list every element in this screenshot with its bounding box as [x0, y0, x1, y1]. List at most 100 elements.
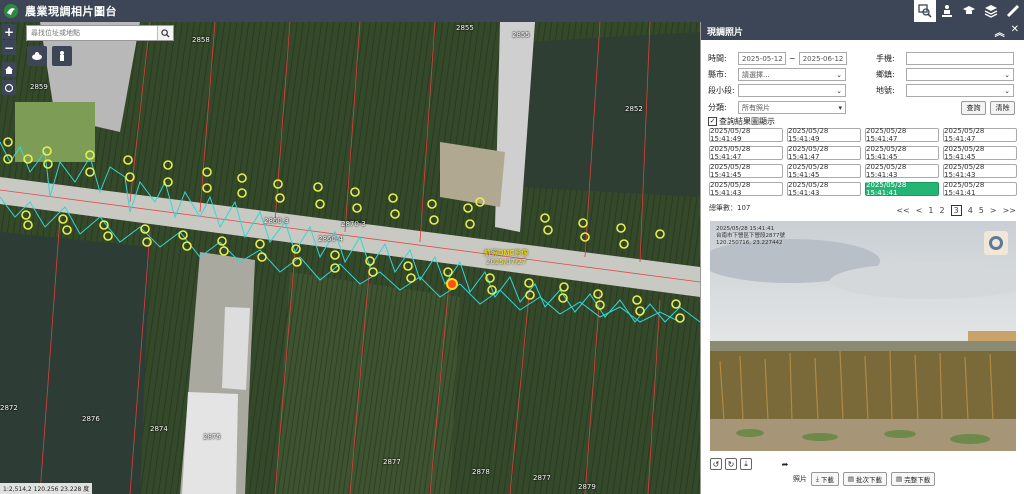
photo-point-marker[interactable] [655, 229, 665, 239]
photo-point-marker[interactable] [140, 224, 150, 234]
ruler-pencil-icon[interactable] [1002, 0, 1024, 22]
share-icon[interactable]: ➦ [779, 458, 791, 470]
prev-page-button[interactable]: < [916, 206, 923, 215]
page-3-current[interactable]: 3 [950, 205, 962, 216]
photo-point-marker[interactable] [163, 177, 173, 187]
photo-point-marker[interactable] [593, 289, 603, 299]
full-download-button[interactable]: ▤ 完整下載 [891, 472, 936, 486]
photo-point-marker[interactable] [163, 160, 173, 170]
photo-point-marker[interactable] [543, 225, 553, 235]
page-1[interactable]: 1 [928, 206, 933, 215]
county-select[interactable]: 請選擇... ⌄ [738, 68, 846, 81]
chevron-up-icon[interactable]: ︽ [995, 24, 1005, 39]
category-select[interactable]: 所有照片 ▾ [738, 101, 846, 114]
timestamp-item[interactable]: 2025/05/28 15:41:41 [943, 181, 1017, 197]
timestamp-item-selected[interactable]: 2025/05/28 15:41:41 [865, 181, 939, 197]
photo-point-marker[interactable] [540, 213, 550, 223]
photo-point-marker[interactable] [388, 193, 398, 203]
rotate-left-icon[interactable]: ↺ [710, 458, 722, 470]
clear-button[interactable]: 清除 [990, 101, 1015, 115]
photo-point-marker[interactable] [313, 182, 323, 192]
show-results-on-map[interactable]: ✓ 查詢結果圖顯示 [708, 116, 775, 127]
checkbox-checked-icon[interactable]: ✓ [708, 117, 717, 126]
zoom-in-button[interactable]: + [2, 24, 16, 39]
photo-point-marker[interactable] [237, 173, 247, 183]
photo-point-marker[interactable] [675, 313, 685, 323]
survey-photo[interactable]: 2025/05/28 15:41:41 台南市下營區下營段2877號 120.2… [710, 221, 1016, 451]
timestamp-item[interactable]: 2025/05/28 15:41:45 [865, 145, 939, 161]
query-button[interactable]: 查詢 [961, 101, 986, 115]
photo-point-marker[interactable] [595, 300, 605, 310]
download-button[interactable]: ⤓ 下載 [811, 472, 839, 486]
photo-point-marker[interactable] [558, 293, 568, 303]
photo-point-marker[interactable] [635, 306, 645, 316]
photo-point-marker[interactable] [315, 199, 325, 209]
photo-point-marker[interactable] [85, 150, 95, 160]
photo-point-marker[interactable] [123, 155, 133, 165]
search-input[interactable] [27, 26, 157, 40]
timestamp-item[interactable]: 2025/05/28 15:41:45 [943, 145, 1017, 161]
batch-download-button[interactable]: ▤ 批次下載 [842, 472, 888, 486]
photo-point-marker[interactable] [485, 273, 495, 283]
graduation-cap-icon[interactable] [958, 0, 980, 22]
timestamp-item[interactable]: 2025/05/28 15:41:43 [787, 181, 861, 197]
photo-point-marker[interactable] [465, 219, 475, 229]
photo-point-marker[interactable] [463, 203, 473, 213]
photo-point-marker[interactable] [487, 285, 497, 295]
timestamp-item[interactable]: 2025/05/28 15:41:49 [709, 127, 783, 143]
person-tree-icon[interactable] [936, 0, 958, 22]
photo-point-marker[interactable] [619, 239, 629, 249]
photo-point-marker[interactable] [257, 252, 267, 262]
photo-point-marker[interactable] [237, 188, 247, 198]
photo-point-marker[interactable] [403, 261, 413, 271]
photo-point-marker[interactable] [368, 267, 378, 277]
photo-point-marker[interactable] [23, 154, 33, 164]
photo-point-marker[interactable] [99, 220, 109, 230]
photo-point-marker[interactable] [330, 263, 340, 273]
next-page-button[interactable]: > [990, 206, 997, 215]
timestamp-item[interactable]: 2025/05/28 15:41:43 [709, 181, 783, 197]
timestamp-item[interactable]: 2025/05/28 15:41:45 [709, 163, 783, 179]
close-icon[interactable]: ✕ [1011, 24, 1019, 39]
date-to-input[interactable]: 2025-06-12 [798, 52, 847, 65]
photo-point-marker[interactable] [616, 223, 626, 233]
photo-point-marker[interactable] [217, 236, 227, 246]
photo-point-marker[interactable] [58, 214, 68, 224]
timestamp-item[interactable]: 2025/05/28 15:41:47 [943, 127, 1017, 143]
zoom-out-button[interactable]: − [2, 40, 16, 55]
photo-point-marker[interactable] [632, 295, 642, 305]
photo-point-marker[interactable] [273, 179, 283, 189]
photo-point-marker[interactable] [559, 282, 569, 292]
photo-point-marker[interactable] [330, 250, 340, 260]
last-page-button[interactable]: >> [1003, 206, 1016, 215]
photo-point-marker[interactable] [21, 210, 31, 220]
search-button[interactable] [157, 26, 173, 40]
download-icon[interactable]: ⤓ [740, 458, 752, 470]
photo-point-marker[interactable] [202, 183, 212, 193]
timestamp-item[interactable]: 2025/05/28 15:41:47 [787, 145, 861, 161]
timestamp-item[interactable]: 2025/05/28 15:41:45 [787, 163, 861, 179]
timestamp-item[interactable]: 2025/05/28 15:41:49 [787, 127, 861, 143]
basemap-button[interactable] [27, 46, 47, 66]
photo-point-marker[interactable] [255, 239, 265, 249]
photo-point-marker[interactable] [352, 203, 362, 213]
photo-point-marker[interactable] [390, 209, 400, 219]
pegman-button[interactable] [52, 46, 72, 66]
rotate-right-icon[interactable]: ↻ [725, 458, 737, 470]
date-from-input[interactable]: 2025-05-12 [738, 52, 786, 65]
photo-point-marker[interactable] [103, 231, 113, 241]
photo-point-marker[interactable] [202, 167, 212, 177]
photo-point-marker[interactable] [142, 237, 152, 247]
search-photo-icon[interactable] [914, 0, 936, 22]
timestamp-item[interactable]: 2025/05/28 15:41:47 [709, 145, 783, 161]
photo-point-marker[interactable] [427, 199, 437, 209]
page-2[interactable]: 2 [940, 206, 945, 215]
selected-photo-marker[interactable] [446, 278, 458, 290]
locate-button[interactable] [2, 80, 16, 95]
layers-icon[interactable] [980, 0, 1002, 22]
photo-point-marker[interactable] [475, 197, 485, 207]
photo-point-marker[interactable] [671, 299, 681, 309]
landno-select[interactable]: ⌄ [906, 84, 1014, 97]
photo-point-marker[interactable] [85, 167, 95, 177]
page-4[interactable]: 4 [968, 206, 973, 215]
